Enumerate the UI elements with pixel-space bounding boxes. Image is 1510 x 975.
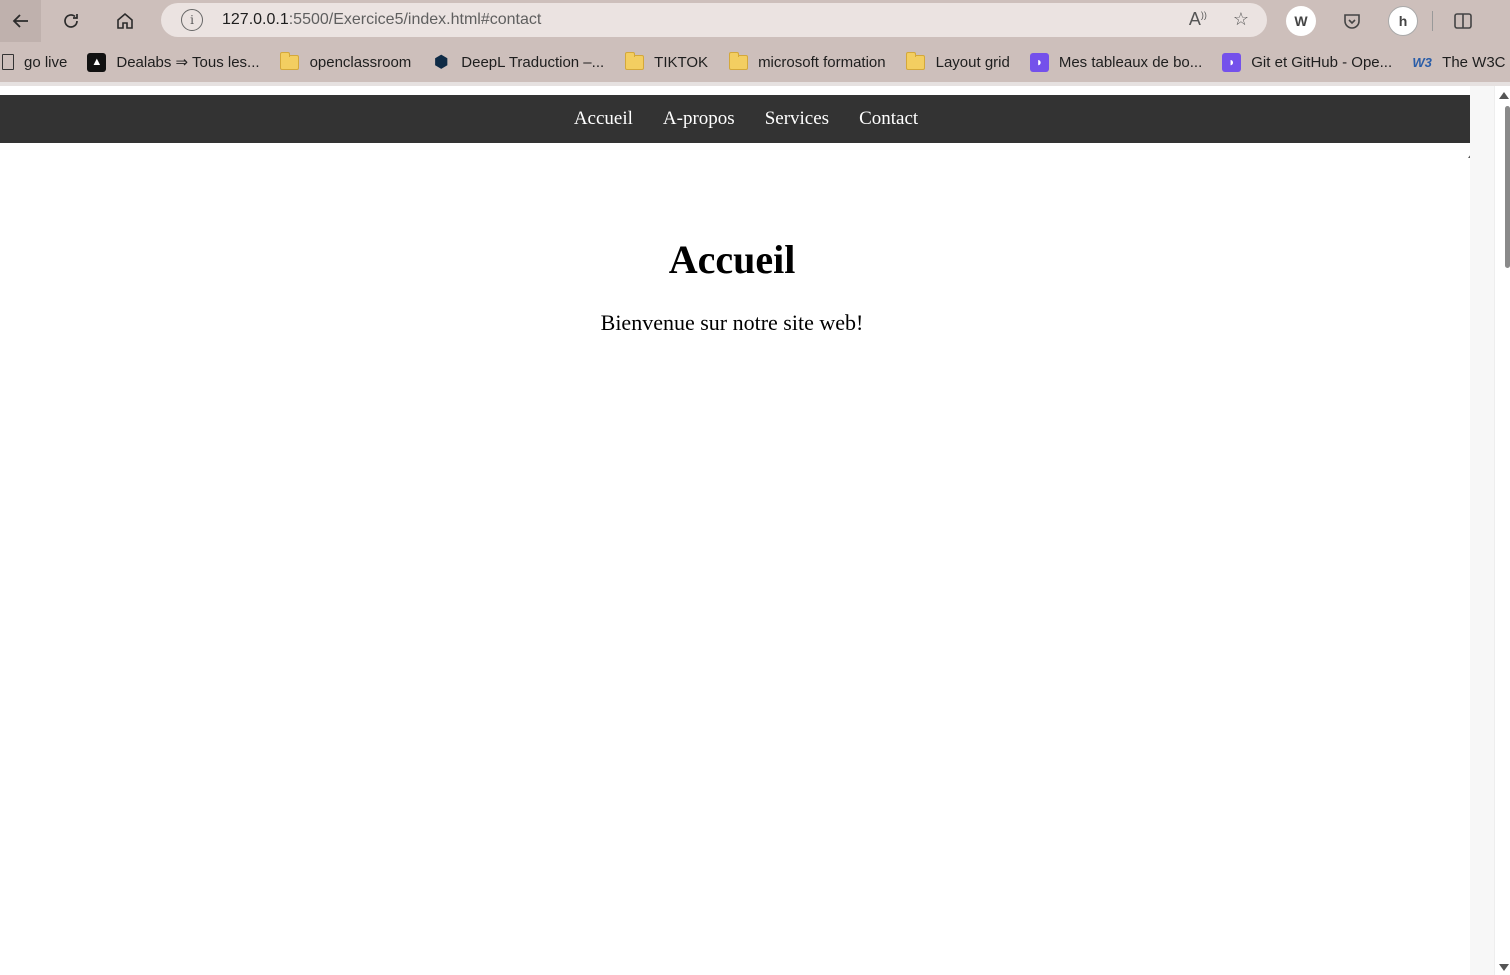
bookmark-git-github[interactable]: ◗ Git et GitHub - Ope... xyxy=(1222,52,1393,72)
extension-w-icon[interactable]: W xyxy=(1286,6,1316,36)
bookmark-label: TIKTOK xyxy=(654,53,709,71)
w3c-icon: W3 xyxy=(1412,54,1432,70)
address-bar[interactable]: i 127.0.0.1:5500/Exercice5/index.html#co… xyxy=(161,3,1267,37)
pocket-icon[interactable] xyxy=(1338,7,1366,35)
nav-link-services[interactable]: Services xyxy=(765,108,829,130)
home-icon[interactable] xyxy=(105,2,145,40)
folder-icon xyxy=(728,51,748,70)
welcome-text: Bienvenue sur notre site web! xyxy=(600,310,864,335)
bookmark-label: openclassroom xyxy=(309,53,412,71)
bookmark-deepl[interactable]: ⬢ DeepL Traduction –... xyxy=(431,53,605,72)
folder-icon xyxy=(906,51,926,70)
bookmark-label: The W3C M xyxy=(1442,53,1510,71)
bookmark-label: Mes tableaux de bo... xyxy=(1058,53,1203,71)
bookmark-openclassroom[interactable]: openclassroom xyxy=(280,51,412,71)
url-path: :5500/Exercice5/index.html#contact xyxy=(288,11,542,28)
bookmark-label: go live xyxy=(24,53,68,71)
url-host: 127.0.0.1 xyxy=(222,11,289,28)
bookmark-label: DeepL Traduction –... xyxy=(461,53,605,71)
toolbar-divider xyxy=(1432,11,1433,31)
bookmark-w3c[interactable]: W3 The W3C M xyxy=(1412,53,1510,71)
page-right-margin xyxy=(1470,86,1494,975)
split-screen-icon[interactable] xyxy=(1449,7,1477,35)
bookmark-label: Layout grid xyxy=(935,53,1010,71)
site-info-icon[interactable]: i xyxy=(181,9,203,31)
openclassrooms-icon: ◗ xyxy=(1029,52,1049,72)
favorite-star-icon[interactable]: ☆ xyxy=(1233,9,1249,30)
dealabs-icon: ▲ xyxy=(87,52,107,72)
bookmark-mes-tableaux[interactable]: ◗ Mes tableaux de bo... xyxy=(1029,52,1203,72)
nav-link-a-propos[interactable]: A-propos xyxy=(663,108,735,130)
scroll-down-icon[interactable] xyxy=(1499,964,1509,971)
openclassrooms-icon: ◗ xyxy=(1222,52,1242,72)
bookmark-label: microsoft formation xyxy=(758,53,886,71)
back-arrow-icon[interactable] xyxy=(0,0,41,42)
page-icon xyxy=(2,54,14,70)
reload-icon[interactable] xyxy=(51,2,91,40)
bookmark-tiktok[interactable]: TIKTOK xyxy=(624,51,709,71)
nav-link-contact[interactable]: Contact xyxy=(859,108,918,130)
deepl-icon: ⬢ xyxy=(434,54,449,71)
extension-h-icon[interactable]: h xyxy=(1388,6,1418,36)
folder-icon xyxy=(624,51,644,70)
page-scrollbar[interactable] xyxy=(1494,86,1510,975)
bookmark-dealabs[interactable]: ▲ Dealabs ⇒ Tous les... xyxy=(87,52,260,72)
bookmark-layout-grid[interactable]: Layout grid xyxy=(906,51,1010,71)
page-title: Accueil xyxy=(668,237,796,282)
page-viewport: Accueil A-propos Services Contact Accuei… xyxy=(0,86,1494,975)
scroll-up-icon[interactable] xyxy=(1499,92,1509,99)
folder-icon xyxy=(280,51,300,70)
bookmark-microsoft-formation[interactable]: microsoft formation xyxy=(728,51,886,71)
browser-toolbar: i 127.0.0.1:5500/Exercice5/index.html#co… xyxy=(0,0,1510,42)
site-nav: Accueil A-propos Services Contact xyxy=(0,95,1492,143)
bookmarks-bar: go live ▲ Dealabs ⇒ Tous les... openclas… xyxy=(0,42,1510,82)
nav-link-accueil[interactable]: Accueil xyxy=(574,108,633,130)
scrollbar-thumb[interactable] xyxy=(1505,106,1510,268)
bookmark-label: Git et GitHub - Ope... xyxy=(1251,53,1393,71)
bookmark-go-live[interactable]: go live xyxy=(2,54,67,71)
read-aloud-icon[interactable]: A)) xyxy=(1189,9,1207,30)
bookmark-label: Dealabs ⇒ Tous les... xyxy=(116,54,260,71)
